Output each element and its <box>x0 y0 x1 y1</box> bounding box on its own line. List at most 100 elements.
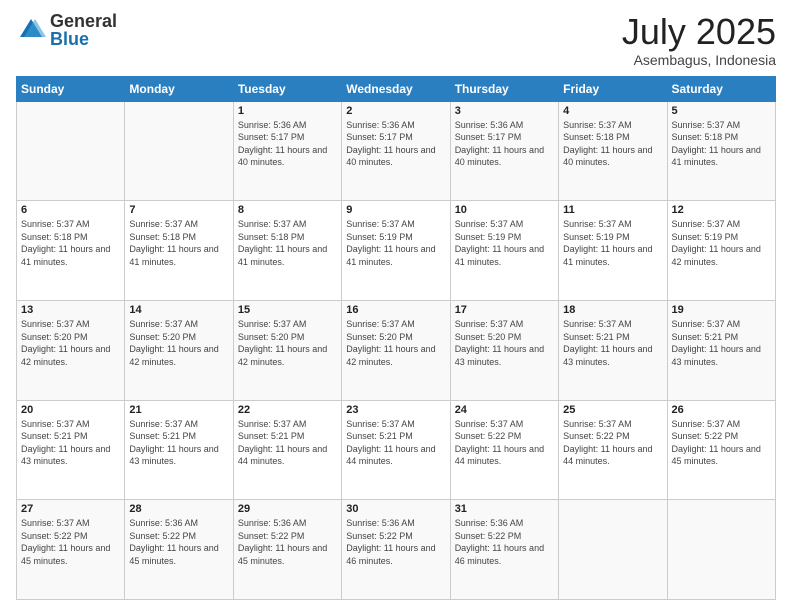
day-number: 19 <box>672 304 771 316</box>
table-row <box>125 101 233 201</box>
logo-blue-text: Blue <box>50 30 117 48</box>
header-saturday: Saturday <box>667 76 775 101</box>
calendar-week-row: 6 Sunrise: 5:37 AM Sunset: 5:18 PM Daylig… <box>17 201 776 301</box>
day-info: Sunrise: 5:37 AM Sunset: 5:22 PM Dayligh… <box>563 418 662 468</box>
day-number: 6 <box>21 204 120 216</box>
day-info: Sunrise: 5:37 AM Sunset: 5:18 PM Dayligh… <box>563 119 662 169</box>
logo: General Blue <box>16 12 117 48</box>
day-info: Sunrise: 5:37 AM Sunset: 5:22 PM Dayligh… <box>455 418 554 468</box>
day-info: Sunrise: 5:36 AM Sunset: 5:22 PM Dayligh… <box>129 517 228 567</box>
day-info: Sunrise: 5:37 AM Sunset: 5:19 PM Dayligh… <box>563 218 662 268</box>
table-row: 16 Sunrise: 5:37 AM Sunset: 5:20 PM Dayli… <box>342 300 450 400</box>
day-info: Sunrise: 5:37 AM Sunset: 5:20 PM Dayligh… <box>346 318 445 368</box>
day-number: 29 <box>238 503 337 515</box>
table-row: 10 Sunrise: 5:37 AM Sunset: 5:19 PM Dayli… <box>450 201 558 301</box>
day-info: Sunrise: 5:37 AM Sunset: 5:21 PM Dayligh… <box>563 318 662 368</box>
day-info: Sunrise: 5:37 AM Sunset: 5:19 PM Dayligh… <box>672 218 771 268</box>
table-row: 1 Sunrise: 5:36 AM Sunset: 5:17 PM Daylig… <box>233 101 341 201</box>
day-info: Sunrise: 5:37 AM Sunset: 5:18 PM Dayligh… <box>238 218 337 268</box>
day-info: Sunrise: 5:37 AM Sunset: 5:20 PM Dayligh… <box>21 318 120 368</box>
day-number: 3 <box>455 105 554 117</box>
day-number: 12 <box>672 204 771 216</box>
day-number: 24 <box>455 404 554 416</box>
day-info: Sunrise: 5:37 AM Sunset: 5:18 PM Dayligh… <box>672 119 771 169</box>
table-row: 17Sunrise: 5:37 AM Sunset: 5:20 PM Dayli… <box>450 300 558 400</box>
calendar-week-row: 1 Sunrise: 5:36 AM Sunset: 5:17 PM Daylig… <box>17 101 776 201</box>
day-info: Sunrise: 5:37 AM Sunset: 5:20 PM Dayligh… <box>129 318 228 368</box>
day-info: Sunrise: 5:37 AM Sunset: 5:22 PM Dayligh… <box>672 418 771 468</box>
table-row: 2Sunrise: 5:36 AM Sunset: 5:17 PM Daylig… <box>342 101 450 201</box>
day-number: 1 <box>238 105 337 117</box>
day-info: Sunrise: 5:36 AM Sunset: 5:17 PM Dayligh… <box>238 119 337 169</box>
table-row: 13 Sunrise: 5:37 AM Sunset: 5:20 PM Dayli… <box>17 300 125 400</box>
day-number: 26 <box>672 404 771 416</box>
day-number: 8 <box>238 204 337 216</box>
table-row: 11 Sunrise: 5:37 AM Sunset: 5:19 PM Dayli… <box>559 201 667 301</box>
day-number: 31 <box>455 503 554 515</box>
header-wednesday: Wednesday <box>342 76 450 101</box>
weekday-header-row: Sunday Monday Tuesday Wednesday Thursday… <box>17 76 776 101</box>
day-info: Sunrise: 5:37 AM Sunset: 5:22 PM Dayligh… <box>21 517 120 567</box>
day-number: 5 <box>672 105 771 117</box>
day-info: Sunrise: 5:37 AM Sunset: 5:21 PM Dayligh… <box>346 418 445 468</box>
calendar-table: Sunday Monday Tuesday Wednesday Thursday… <box>16 76 776 600</box>
header-thursday: Thursday <box>450 76 558 101</box>
day-number: 17 <box>455 304 554 316</box>
day-info: Sunrise: 5:36 AM Sunset: 5:17 PM Dayligh… <box>346 119 445 169</box>
day-number: 23 <box>346 404 445 416</box>
table-row: 6Sunrise: 5:37 AM Sunset: 5:18 PM Daylig… <box>17 201 125 301</box>
title-location: Asembagus, Indonesia <box>622 52 776 68</box>
page: General Blue July 2025 Asembagus, Indone… <box>0 0 792 612</box>
day-number: 25 <box>563 404 662 416</box>
day-number: 15 <box>238 304 337 316</box>
table-row: 18Sunrise: 5:37 AM Sunset: 5:21 PM Dayli… <box>559 300 667 400</box>
table-row: 23 Sunrise: 5:37 AM Sunset: 5:21 PM Dayli… <box>342 400 450 500</box>
title-block: July 2025 Asembagus, Indonesia <box>622 12 776 68</box>
table-row: 20Sunrise: 5:37 AM Sunset: 5:21 PM Dayli… <box>17 400 125 500</box>
day-number: 13 <box>21 304 120 316</box>
header-tuesday: Tuesday <box>233 76 341 101</box>
table-row: 27 Sunrise: 5:37 AM Sunset: 5:22 PM Dayli… <box>17 500 125 600</box>
calendar-week-row: 27 Sunrise: 5:37 AM Sunset: 5:22 PM Dayli… <box>17 500 776 600</box>
day-number: 7 <box>129 204 228 216</box>
table-row: 30Sunrise: 5:36 AM Sunset: 5:22 PM Dayli… <box>342 500 450 600</box>
table-row: 24 Sunrise: 5:37 AM Sunset: 5:22 PM Dayli… <box>450 400 558 500</box>
day-number: 16 <box>346 304 445 316</box>
calendar-week-row: 20Sunrise: 5:37 AM Sunset: 5:21 PM Dayli… <box>17 400 776 500</box>
day-number: 27 <box>21 503 120 515</box>
day-number: 22 <box>238 404 337 416</box>
day-number: 10 <box>455 204 554 216</box>
day-number: 21 <box>129 404 228 416</box>
logo-text: General Blue <box>50 12 117 48</box>
table-row: 22 Sunrise: 5:37 AM Sunset: 5:21 PM Dayli… <box>233 400 341 500</box>
day-info: Sunrise: 5:37 AM Sunset: 5:20 PM Dayligh… <box>238 318 337 368</box>
table-row: 21 Sunrise: 5:37 AM Sunset: 5:21 PM Dayli… <box>125 400 233 500</box>
table-row: 4Sunrise: 5:37 AM Sunset: 5:18 PM Daylig… <box>559 101 667 201</box>
day-info: Sunrise: 5:37 AM Sunset: 5:21 PM Dayligh… <box>672 318 771 368</box>
day-number: 28 <box>129 503 228 515</box>
day-number: 11 <box>563 204 662 216</box>
header-monday: Monday <box>125 76 233 101</box>
table-row: 26 Sunrise: 5:37 AM Sunset: 5:22 PM Dayli… <box>667 400 775 500</box>
day-info: Sunrise: 5:37 AM Sunset: 5:21 PM Dayligh… <box>238 418 337 468</box>
header: General Blue July 2025 Asembagus, Indone… <box>16 12 776 68</box>
day-info: Sunrise: 5:36 AM Sunset: 5:22 PM Dayligh… <box>455 517 554 567</box>
table-row: 15 Sunrise: 5:37 AM Sunset: 5:20 PM Dayli… <box>233 300 341 400</box>
day-info: Sunrise: 5:37 AM Sunset: 5:19 PM Dayligh… <box>346 218 445 268</box>
day-info: Sunrise: 5:37 AM Sunset: 5:21 PM Dayligh… <box>129 418 228 468</box>
table-row: 31 Sunrise: 5:36 AM Sunset: 5:22 PM Dayli… <box>450 500 558 600</box>
table-row: 9Sunrise: 5:37 AM Sunset: 5:19 PM Daylig… <box>342 201 450 301</box>
table-row: 28 Sunrise: 5:36 AM Sunset: 5:22 PM Dayli… <box>125 500 233 600</box>
day-number: 30 <box>346 503 445 515</box>
table-row: 8 Sunrise: 5:37 AM Sunset: 5:18 PM Daylig… <box>233 201 341 301</box>
day-info: Sunrise: 5:37 AM Sunset: 5:19 PM Dayligh… <box>455 218 554 268</box>
day-info: Sunrise: 5:36 AM Sunset: 5:17 PM Dayligh… <box>455 119 554 169</box>
day-number: 14 <box>129 304 228 316</box>
table-row <box>17 101 125 201</box>
logo-icon <box>16 15 46 45</box>
calendar-week-row: 13 Sunrise: 5:37 AM Sunset: 5:20 PM Dayli… <box>17 300 776 400</box>
title-month: July 2025 <box>622 12 776 52</box>
table-row: 12 Sunrise: 5:37 AM Sunset: 5:19 PM Dayli… <box>667 201 775 301</box>
logo-general-text: General <box>50 12 117 30</box>
table-row: 25 Sunrise: 5:37 AM Sunset: 5:22 PM Dayli… <box>559 400 667 500</box>
